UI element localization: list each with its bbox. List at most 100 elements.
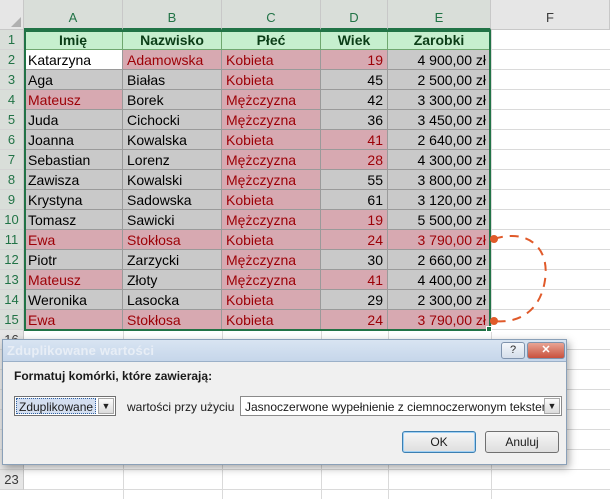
ok-button[interactable]: OK [402,431,476,453]
table-cell[interactable]: Katarzyna [24,50,123,70]
help-button[interactable]: ? [501,342,525,359]
table-cell[interactable]: Białas [123,70,222,90]
table-cell[interactable]: 30 [321,250,388,270]
header-cell[interactable]: Zarobki [388,30,491,50]
table-cell[interactable]: Sebastian [24,150,123,170]
table-cell[interactable]: Mateusz [24,90,123,110]
table-cell[interactable]: 5 500,00 zł [388,210,491,230]
table-cell[interactable]: Mężczyzna [222,270,321,290]
column-header-d[interactable]: D [321,0,388,30]
table-cell[interactable]: 4 900,00 zł [388,50,491,70]
table-cell[interactable]: Lorenz [123,150,222,170]
chevron-down-icon[interactable]: ▼ [544,398,560,414]
table-cell[interactable]: Joanna [24,130,123,150]
table-cell[interactable]: 41 [321,130,388,150]
table-cell[interactable]: Aga [24,70,123,90]
table-cell[interactable]: Kobieta [222,70,321,90]
table-cell[interactable]: 3 790,00 zł [388,310,491,330]
table-cell[interactable]: Kobieta [222,190,321,210]
row-header-7[interactable]: 7 [0,150,24,170]
column-header-c[interactable]: C [222,0,321,30]
table-cell[interactable]: 19 [321,210,388,230]
table-cell[interactable]: 2 300,00 zł [388,290,491,310]
row-header-11[interactable]: 11 [0,230,24,250]
row-header-6[interactable]: 6 [0,130,24,150]
dialog-titlebar[interactable]: Zduplikowane wartości ? ✕ [3,340,566,362]
column-header-b[interactable]: B [123,0,222,30]
table-cell[interactable]: 28 [321,150,388,170]
row-header-10[interactable]: 10 [0,210,24,230]
duplicate-type-select[interactable]: Zduplikowane ▼ [14,396,116,416]
table-cell[interactable]: Piotr [24,250,123,270]
row-header-5[interactable]: 5 [0,110,24,130]
row-header-23[interactable]: 23 [0,470,24,490]
table-cell[interactable]: Sadowska [123,190,222,210]
table-cell[interactable]: Lasocka [123,290,222,310]
table-cell[interactable]: Stokłosa [123,230,222,250]
table-cell[interactable]: Kobieta [222,130,321,150]
table-cell[interactable]: Mężczyzna [222,90,321,110]
table-cell[interactable]: Kobieta [222,310,321,330]
table-cell[interactable]: 3 790,00 zł [388,230,491,250]
table-cell[interactable]: 2 640,00 zł [388,130,491,150]
table-cell[interactable]: Juda [24,110,123,130]
table-cell[interactable]: Złoty [123,270,222,290]
table-cell[interactable]: 29 [321,290,388,310]
column-header-a[interactable]: A [24,0,123,30]
table-cell[interactable]: 4 400,00 zł [388,270,491,290]
table-cell[interactable]: Mężczyzna [222,110,321,130]
table-cell[interactable]: Cichocki [123,110,222,130]
close-button[interactable]: ✕ [527,342,565,359]
table-cell[interactable]: 36 [321,110,388,130]
table-cell[interactable]: 55 [321,170,388,190]
row-header-3[interactable]: 3 [0,70,24,90]
header-cell[interactable]: Nazwisko [123,30,222,50]
table-cell[interactable]: Ewa [24,230,123,250]
table-cell[interactable]: 61 [321,190,388,210]
table-cell[interactable]: Kobieta [222,50,321,70]
table-cell[interactable]: 3 120,00 zł [388,190,491,210]
table-cell[interactable]: Tomasz [24,210,123,230]
row-header-2[interactable]: 2 [0,50,24,70]
table-cell[interactable]: Mężczyzna [222,250,321,270]
table-cell[interactable]: Zarzycki [123,250,222,270]
table-cell[interactable]: Mężczyzna [222,210,321,230]
table-cell[interactable]: Ewa [24,310,123,330]
cancel-button[interactable]: Anuluj [485,431,559,453]
header-cell[interactable]: Wiek [321,30,388,50]
row-header-4[interactable]: 4 [0,90,24,110]
table-cell[interactable]: Mateusz [24,270,123,290]
table-cell[interactable]: 2 500,00 zł [388,70,491,90]
table-cell[interactable]: 45 [321,70,388,90]
row-header-15[interactable]: 15 [0,310,24,330]
chevron-down-icon[interactable]: ▼ [98,398,114,414]
header-cell[interactable]: Imię [24,30,123,50]
table-cell[interactable]: Adamowska [123,50,222,70]
table-cell[interactable]: 3 300,00 zł [388,90,491,110]
table-cell[interactable]: 3 450,00 zł [388,110,491,130]
table-cell[interactable]: 24 [321,230,388,250]
header-cell[interactable]: Płeć [222,30,321,50]
table-cell[interactable]: Weronika [24,290,123,310]
table-cell[interactable]: 4 300,00 zł [388,150,491,170]
row-header-14[interactable]: 14 [0,290,24,310]
table-cell[interactable]: Krystyna [24,190,123,210]
table-cell[interactable]: Kowalska [123,130,222,150]
row-header-12[interactable]: 12 [0,250,24,270]
table-cell[interactable]: Sawicki [123,210,222,230]
table-cell[interactable]: Kobieta [222,230,321,250]
table-cell[interactable]: Zawisza [24,170,123,190]
table-cell[interactable]: Stokłosa [123,310,222,330]
row-header-8[interactable]: 8 [0,170,24,190]
row-header-13[interactable]: 13 [0,270,24,290]
format-style-select[interactable]: Jasnoczerwone wypełnienie z ciemnoczerwo… [240,396,562,416]
table-cell[interactable]: Borek [123,90,222,110]
table-cell[interactable]: Kobieta [222,290,321,310]
table-cell[interactable]: 2 660,00 zł [388,250,491,270]
table-cell[interactable]: 3 800,00 zł [388,170,491,190]
fill-handle[interactable] [486,326,492,332]
select-all-corner[interactable] [0,0,24,30]
table-cell[interactable]: Mężczyzna [222,170,321,190]
table-cell[interactable]: 24 [321,310,388,330]
table-cell[interactable]: 42 [321,90,388,110]
